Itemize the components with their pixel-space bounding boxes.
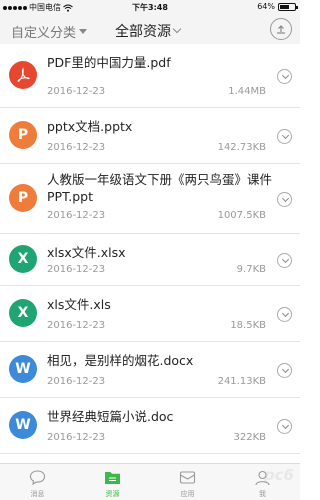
file-list: PDF里的中国力量.pdf 2016-12-23 1.44MB Ppptx文档.ppt…: [0, 44, 300, 463]
file-size: 142.73KB: [217, 142, 266, 153]
chevron-down-icon: [172, 24, 182, 34]
file-name: 人教版一年级语文下册《两只鸟蛋》课件PPT.ppt: [47, 172, 273, 204]
caret-down-icon: [79, 29, 88, 34]
file-date: 2016-12-23: [47, 376, 106, 387]
file-name: 相见，是别样的烟花.docx: [47, 353, 194, 368]
file-type-badge: W: [15, 361, 31, 377]
file-row[interactable]: Xxls文件.xls 2016-12-23 18.5KB: [0, 286, 300, 342]
file-type-badge: W: [15, 417, 31, 433]
tab-apps[interactable]: 应用: [150, 464, 225, 500]
expand-chevron-icon[interactable]: [277, 129, 292, 144]
word-icon: W: [9, 355, 37, 383]
apps-icon: [179, 471, 196, 484]
file-date: 2016-12-23: [47, 142, 106, 153]
file-date: 2016-12-23: [47, 432, 106, 443]
page-title-dropdown[interactable]: 全部资源: [115, 21, 182, 41]
file-date: 2016-12-23: [47, 210, 106, 221]
tab-label: 我: [259, 490, 266, 498]
file-date: 2016-12-23: [47, 86, 106, 97]
expand-chevron-icon[interactable]: [277, 419, 292, 434]
file-row[interactable]: Xxlsx文件.xlsx 2016-12-23 9.7KB: [0, 234, 300, 286]
folder-icon: [105, 472, 120, 484]
file-type-badge: X: [17, 305, 29, 321]
battery-icon: [278, 2, 298, 11]
file-row[interactable]: W 相见，是别样的烟花.docx 2016-12-23 241.13KB: [0, 342, 300, 398]
file-type-badge: P: [17, 190, 29, 206]
tab-profile[interactable]: pc6 我: [225, 464, 300, 500]
category-dropdown[interactable]: 自定义分类: [11, 22, 88, 41]
file-name: xlsx文件.xlsx: [47, 245, 126, 260]
file-name: 世界经典短篇小说.doc: [47, 409, 174, 424]
acrobat-icon: [9, 61, 37, 89]
status-bar: 中国电信 下午3:48 64%: [0, 0, 300, 14]
tab-label: 资源: [105, 490, 120, 498]
excel-icon: X: [9, 245, 37, 273]
file-size: 9.7KB: [236, 264, 266, 275]
tab-label: 应用: [180, 490, 195, 498]
file-name: PDF里的中国力量.pdf: [47, 55, 171, 70]
nav-bar: 自定义分类 全部资源: [0, 14, 300, 44]
excel-icon: X: [9, 299, 37, 327]
message-icon: [29, 470, 46, 486]
battery-percent: 64%: [257, 2, 275, 11]
expand-chevron-icon[interactable]: [277, 253, 292, 268]
file-name: pptx文档.pptx: [47, 119, 133, 134]
file-name: xls文件.xls: [47, 297, 111, 312]
tab-resources[interactable]: 资源: [75, 464, 150, 500]
expand-chevron-icon[interactable]: [277, 307, 292, 322]
expand-chevron-icon[interactable]: [277, 192, 292, 207]
file-row[interactable]: PDF里的中国力量.pdf 2016-12-23 1.44MB: [0, 44, 300, 108]
file-size: 18.5KB: [230, 320, 266, 331]
file-type-badge: X: [17, 251, 29, 267]
expand-chevron-icon[interactable]: [277, 363, 292, 378]
file-row[interactable]: P 人教版一年级语文下册《两只鸟蛋》课件PPT.ppt 2016-12-23 1007…: [0, 164, 300, 234]
tab-bar: 消息 资源 应用 pc6 我: [0, 463, 300, 500]
file-row[interactable]: T我心中那朵美丽的雪莲花.txt2016-12-23881B: [0, 454, 300, 463]
category-label: 自定义分类: [11, 26, 77, 41]
powerpoint-icon: P: [9, 121, 37, 149]
file-size: 322KB: [233, 432, 266, 443]
file-size: 1.44MB: [228, 86, 266, 97]
file-size: 241.13KB: [217, 376, 266, 387]
clock: 下午3:48: [132, 3, 168, 12]
file-size: 1007.5KB: [217, 210, 266, 221]
page-title: 全部资源: [115, 24, 171, 40]
profile-icon: [255, 470, 270, 486]
file-row[interactable]: Ppptx文档.pptx 2016-12-23 142.73KB: [0, 108, 300, 164]
word-icon: W: [9, 411, 37, 439]
file-type-badge: P: [17, 127, 29, 143]
tab-label: 消息: [30, 490, 45, 498]
powerpoint-icon: P: [9, 184, 37, 212]
expand-chevron-icon[interactable]: [277, 69, 292, 84]
file-date: 2016-12-23: [47, 264, 106, 275]
battery-group: 64%: [257, 2, 298, 11]
file-date: 2016-12-23: [47, 320, 106, 331]
upload-button[interactable]: [270, 18, 292, 40]
cloud-upload-icon: [277, 25, 285, 34]
file-row[interactable]: W 世界经典短篇小说.doc 2016-12-23 322KB: [0, 398, 300, 454]
tab-messages[interactable]: 消息: [0, 464, 75, 500]
